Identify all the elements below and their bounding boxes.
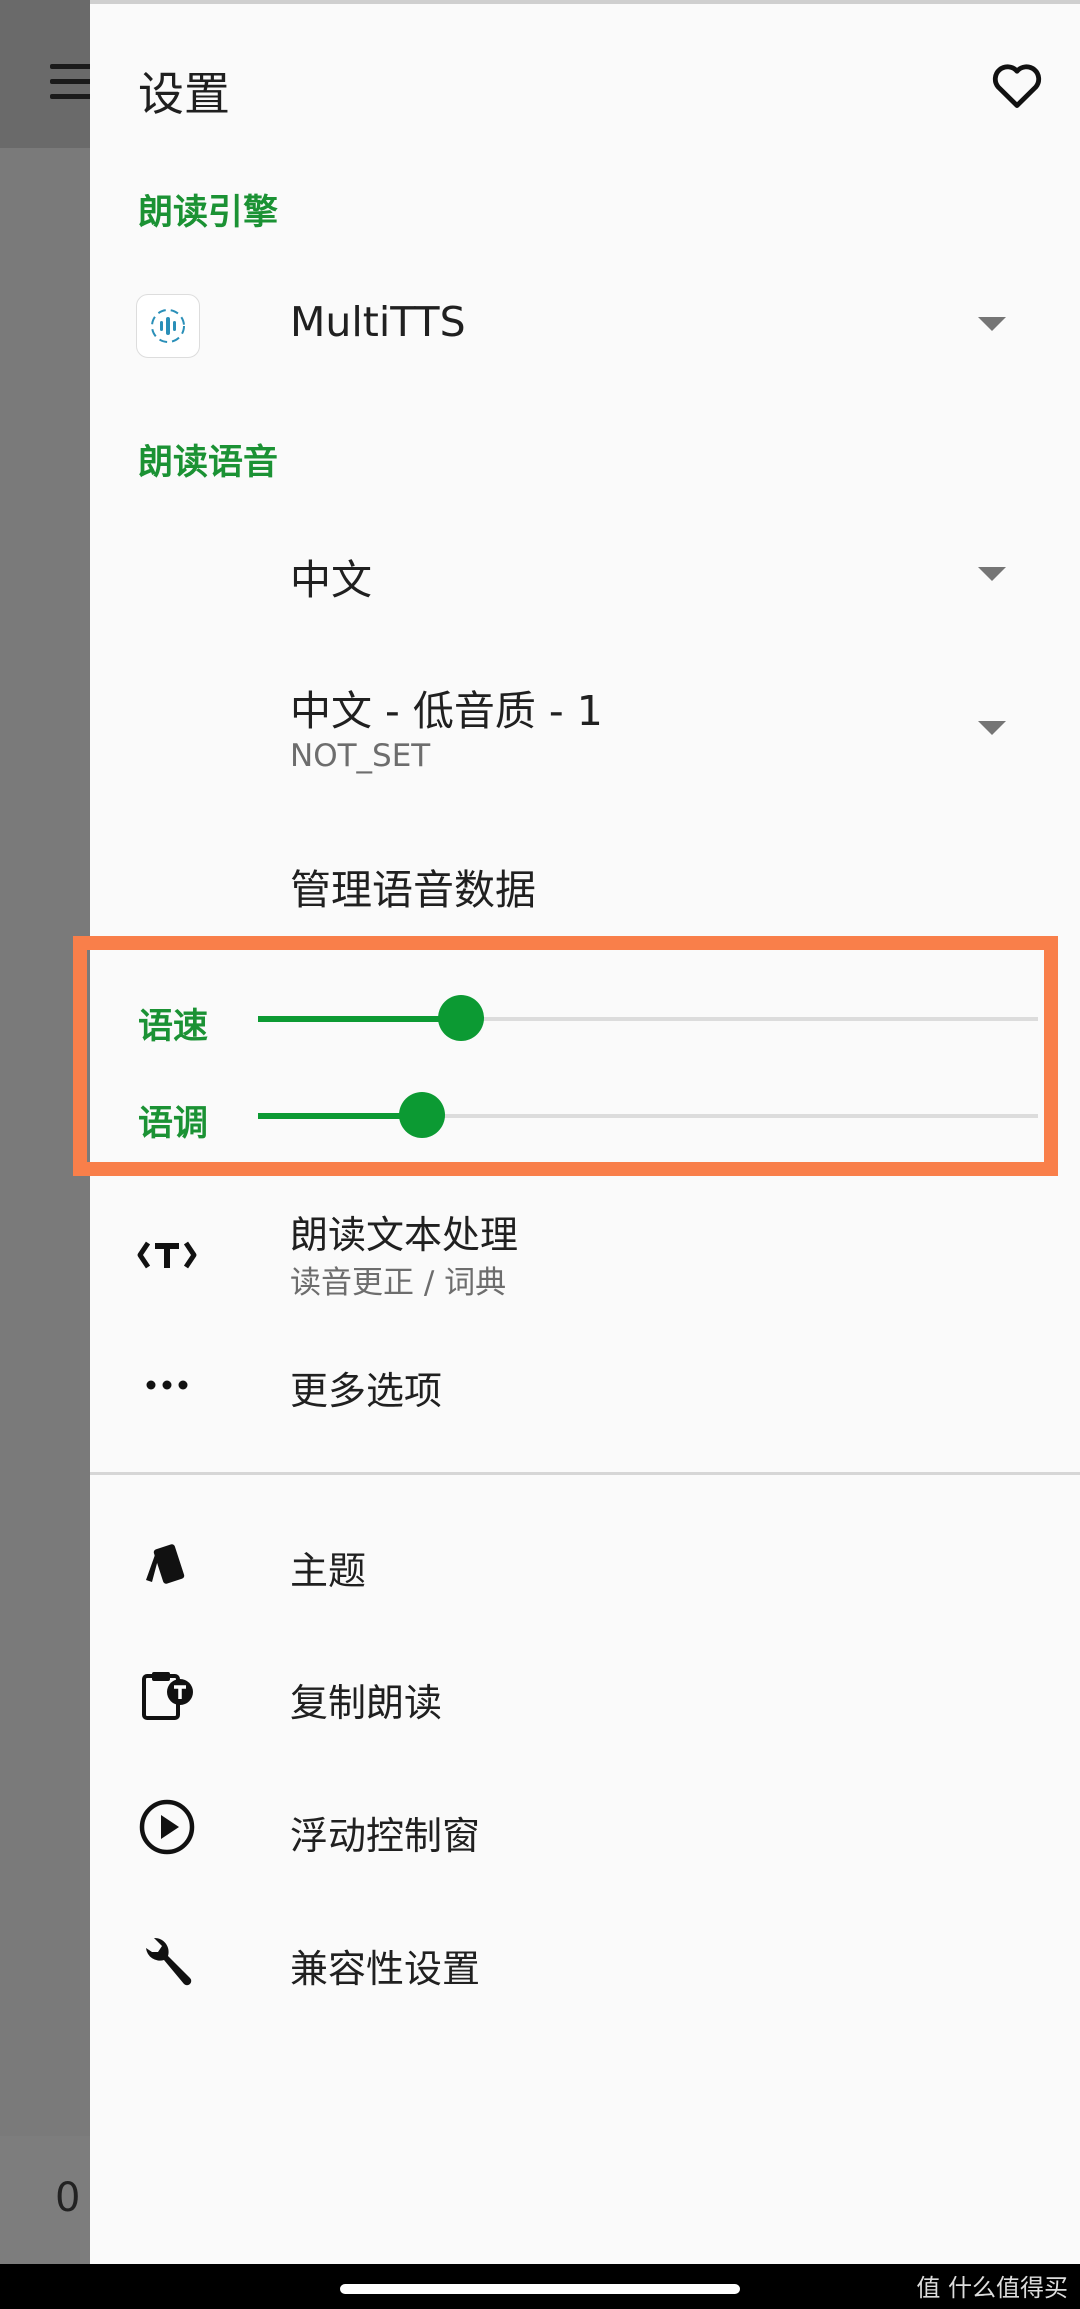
copy-read-label: 复制朗读	[290, 1681, 443, 1725]
dropdown-arrow-icon	[978, 567, 1006, 581]
background-value: 0	[55, 2175, 81, 2221]
compat-label: 兼容性设置	[290, 1947, 481, 1991]
slider-highlight-box	[73, 936, 1058, 1176]
divider	[90, 1472, 1080, 1475]
theme-cards-icon	[146, 1544, 185, 1584]
watermark: 值 什么值得买	[916, 2274, 1068, 2302]
floating-window-label: 浮动控制窗	[290, 1814, 481, 1858]
text-t-icon	[137, 1241, 197, 1269]
manage-voice-data[interactable]: 管理语音数据	[290, 856, 536, 916]
home-indicator[interactable]	[340, 2284, 740, 2294]
text-processing-sub: 读音更正 / 词典	[290, 1265, 507, 1301]
theme-label: 主题	[290, 1549, 367, 1593]
more-dots-icon	[146, 1380, 188, 1390]
dropdown-arrow-icon	[978, 721, 1006, 735]
tts-engine-icon	[136, 294, 200, 358]
dropdown-arrow-icon	[978, 317, 1006, 331]
menu-icon[interactable]	[50, 64, 94, 100]
engine-section-label: 朗读引擎	[138, 193, 279, 233]
page-title: 设置	[138, 67, 230, 121]
engine-selected-value: MultiTTS	[290, 298, 466, 346]
language-value: 中文	[290, 556, 372, 604]
play-circle-icon	[139, 1799, 195, 1855]
voice-status: NOT_SET	[290, 738, 431, 774]
wrench-icon	[146, 1937, 192, 1986]
clipboard-t-icon	[142, 1672, 193, 1720]
more-options-label: 更多选项	[290, 1369, 443, 1413]
text-processing-label: 朗读文本处理	[290, 1213, 519, 1257]
heart-icon[interactable]	[988, 56, 1046, 114]
voice-name-value: 中文 - 低音质 - 1	[290, 687, 603, 735]
voice-section-label: 朗读语音	[138, 443, 279, 483]
